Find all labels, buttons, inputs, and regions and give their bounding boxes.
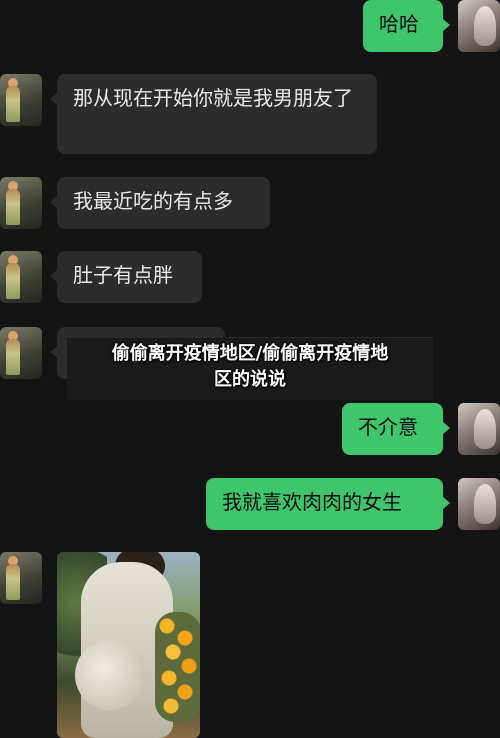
message-bubble-incoming[interactable]: 肚子有点胖 xyxy=(50,251,202,303)
message-bubble-outgoing[interactable]: 不介意 xyxy=(342,403,450,455)
message-text: 哈哈 xyxy=(379,12,419,36)
message-text: 我就喜欢肉肉的女生 xyxy=(222,490,402,514)
caption-line-2: 区的说说 xyxy=(214,369,286,390)
message-bubble-incoming[interactable]: 我最近吃的有点多 xyxy=(50,177,270,229)
contact-avatar[interactable] xyxy=(0,177,42,229)
contact-avatar[interactable] xyxy=(0,251,42,303)
contact-avatar[interactable] xyxy=(0,74,42,126)
self-avatar[interactable] xyxy=(458,0,500,52)
message-text: 我最近吃的有点多 xyxy=(73,189,233,213)
message-bubble-incoming[interactable]: 那从现在开始你就是我男朋友了 xyxy=(50,74,377,154)
message-bubble-outgoing[interactable]: 我就喜欢肉肉的女生 xyxy=(206,478,450,530)
flower-bouquet-image xyxy=(155,612,200,722)
caption-overlay: 偷偷离开疫情地区/偷偷离开疫情地 区的说说 xyxy=(67,341,433,393)
self-avatar[interactable] xyxy=(458,403,500,455)
photo-message[interactable] xyxy=(57,552,200,738)
caption-line-1: 偷偷离开疫情地区/偷偷离开疫情地 xyxy=(111,343,389,364)
self-avatar[interactable] xyxy=(458,478,500,530)
contact-avatar[interactable] xyxy=(0,327,42,379)
message-text: 肚子有点胖 xyxy=(73,263,173,287)
message-text: 不介意 xyxy=(358,415,418,439)
message-text: 那从现在开始你就是我男朋友了 xyxy=(73,86,353,110)
contact-avatar[interactable] xyxy=(0,552,42,604)
message-bubble-outgoing[interactable]: 哈哈 xyxy=(363,0,450,52)
